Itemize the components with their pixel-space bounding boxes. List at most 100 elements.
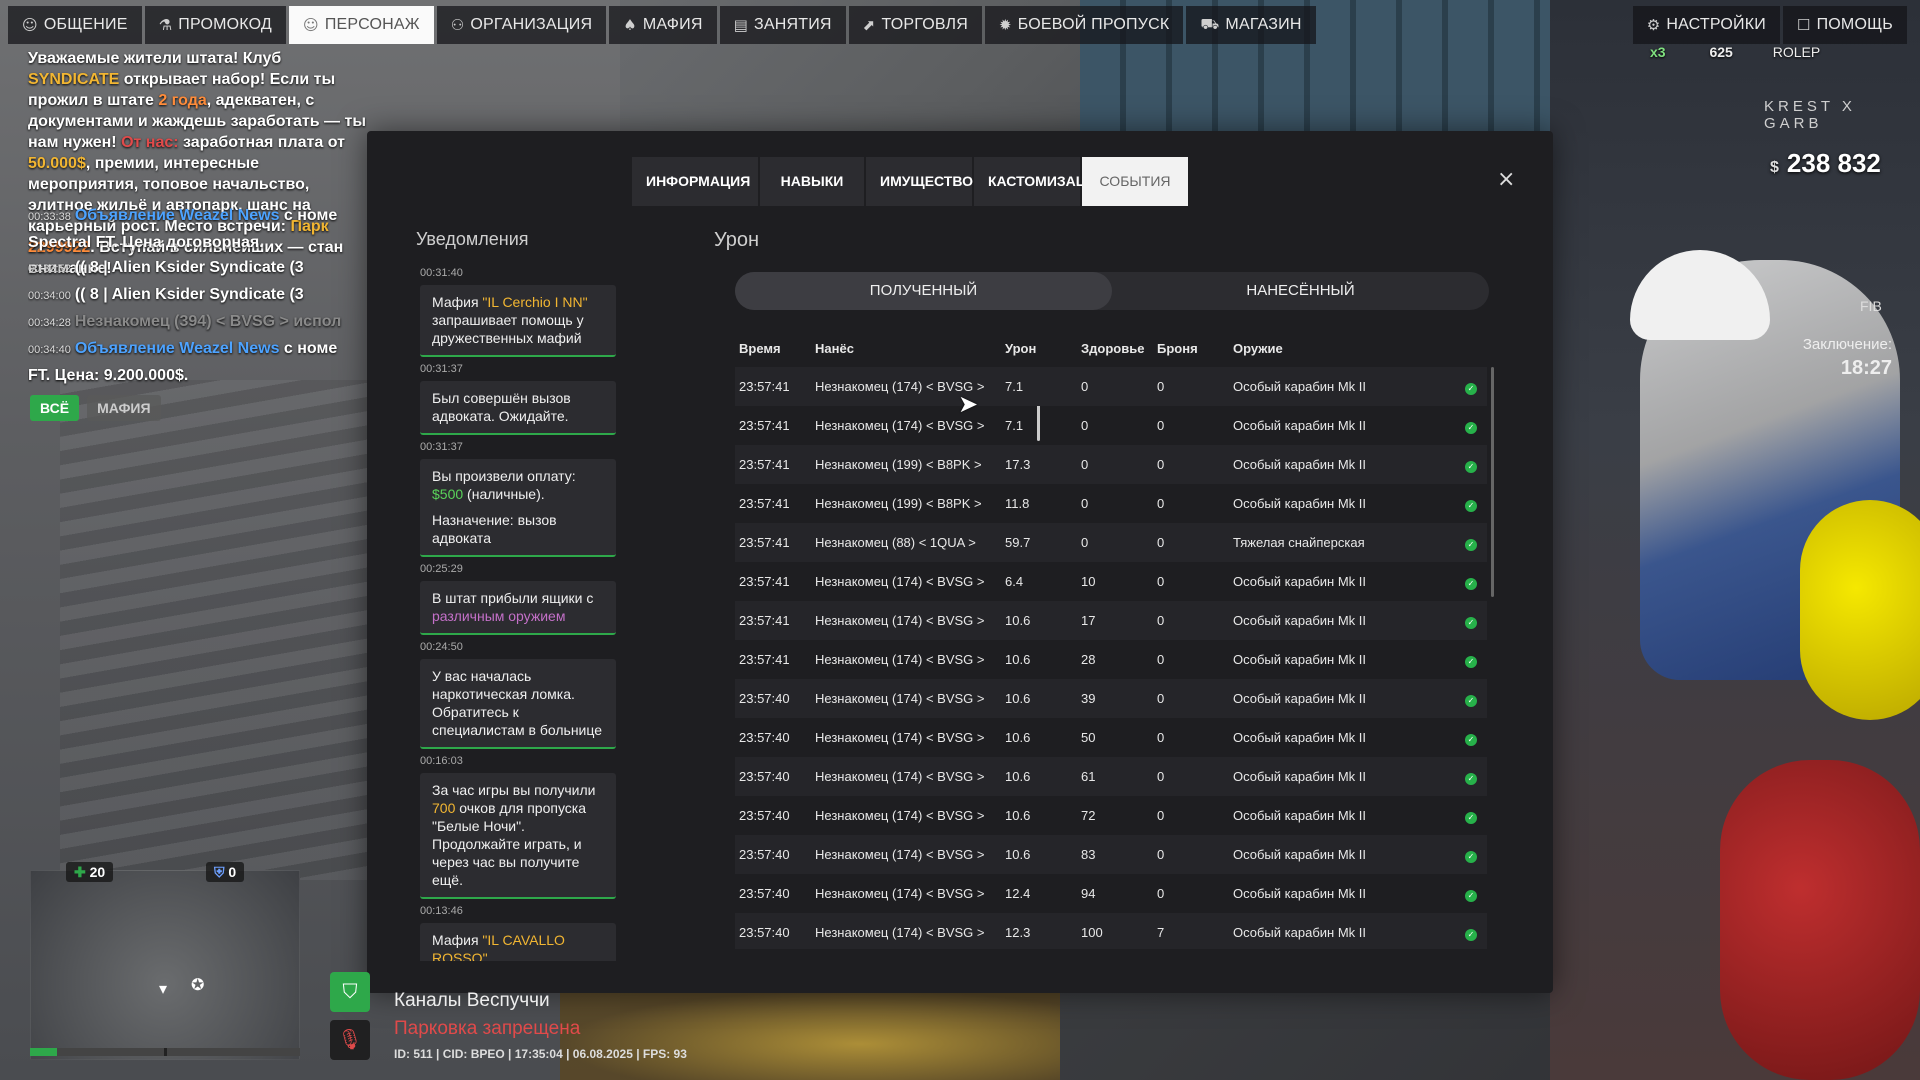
nav-gear[interactable]: ⚙ НАСТРОЙКИ [1632, 6, 1780, 44]
notification-text: Мафия [432, 294, 483, 310]
cell-attacker: Незнакомец (174) < BVSG > [815, 418, 985, 433]
tab-1[interactable]: НАВЫКИ [760, 157, 864, 206]
status-ok-icon: ✓ [1465, 418, 1481, 434]
cell-attacker: Незнакомец (199) < B8PK > [815, 457, 982, 472]
armor-bar [166, 1048, 300, 1056]
health-indicator: ✚ 20 [66, 862, 114, 882]
tab-2[interactable]: ИМУЩЕСТВО [866, 157, 973, 206]
notification-card: В штат прибыли ящики с различным оружием [420, 581, 616, 635]
battle-pass-icon: ✹ [998, 16, 1012, 34]
nav-label: ЗАНЯТИЯ [753, 16, 832, 33]
notification-text: У вас началась наркотическая ломка. Обра… [432, 668, 603, 738]
notification-time: 00:24:50 [420, 641, 463, 653]
notification-text: 700 [432, 800, 456, 816]
status-bars [30, 1048, 300, 1056]
table-row: 23:57:40 Незнакомец (174) < BVSG > 10.6 72 0… [735, 796, 1487, 835]
cell-health: 39 [1081, 691, 1096, 706]
cell-time: 23:57:41 [739, 418, 790, 433]
tab-0[interactable]: ИНФОРМАЦИЯ [632, 157, 758, 206]
nav-cart[interactable]: ⛟ МАГАЗИН [1186, 6, 1316, 44]
cell-armor: 0 [1157, 496, 1165, 511]
cell-health: 94 [1081, 886, 1096, 901]
cell-time: 23:57:41 [739, 652, 790, 667]
notification-card: Вы произвели оплату: $500 (наличные). Наз… [420, 459, 616, 557]
header-health: Здоровье [1081, 341, 1145, 356]
chat-line: FT. Цена: 9.200.000$. [28, 363, 368, 388]
cell-time: 23:57:41 [739, 613, 790, 628]
tab-4[interactable]: СОБЫТИЯ [1082, 157, 1188, 206]
notification-text: очков для пропуска "Белые Ночи". Продолж… [432, 800, 587, 888]
top-navigation: ☺ ОБЩЕНИЕ ⚗ ПРОМОКОД ☺ ПЕРСОНАЖ ⚇ ОРГАНИЗАЦИЯ ♠ М… [0, 0, 1920, 50]
chat-icon: ☺ [22, 16, 38, 34]
nav-battle-pass[interactable]: ✹ БОЕВОЙ ПРОПУСК [984, 6, 1184, 44]
cell-damage: 10.6 [1005, 613, 1031, 628]
chat-message: (( 8 | Alien Ksider Syndicate (3 [74, 259, 304, 276]
cell-time: 23:57:40 [739, 769, 790, 784]
role-label: ROLEP [1772, 44, 1821, 60]
chat-line: 00:34:40 Объявление Weazel News с номе [28, 336, 368, 363]
cell-armor: 0 [1157, 457, 1165, 472]
header-armor: Броня [1157, 341, 1198, 356]
chat-message: FT. Цена: 9.200.000$. [28, 367, 189, 384]
cell-damage: 10.6 [1005, 808, 1031, 823]
status-ok-icon: ✓ [1465, 496, 1481, 512]
notification-text: В штат прибыли ящики с [432, 590, 594, 606]
tab-3[interactable]: КАСТОМИЗАЦИЯ [974, 157, 1106, 206]
damage-type-switch: ПОЛУЧЕННЫЙ НАНЕСЁННЫЙ [735, 272, 1489, 310]
nav-chat[interactable]: ☺ ОБЩЕНИЕ [8, 6, 142, 44]
nav-help[interactable]: ☐ ПОМОЩЬ [1782, 6, 1907, 44]
cell-time: 23:57:41 [739, 496, 790, 511]
close-icon[interactable]: × [1497, 167, 1515, 192]
cell-damage: 10.6 [1005, 652, 1031, 667]
notification-text: различным оружием [432, 608, 566, 624]
microphone-icon[interactable]: 🎙 [330, 1020, 370, 1060]
mafia-icon: ♠ [623, 16, 637, 34]
switch-received[interactable]: ПОЛУЧЕННЫЙ [735, 272, 1112, 310]
cell-armor: 0 [1157, 574, 1165, 589]
chat-time: 00:34:40 [28, 344, 71, 356]
nav-organization[interactable]: ⚇ ОРГАНИЗАЦИЯ [436, 6, 607, 44]
chat-time: 00:34:00 [28, 290, 71, 302]
nav-mafia[interactable]: ♠ МАФИЯ [609, 6, 717, 44]
notification-text: "IL Cerchio I NN" [482, 294, 588, 310]
chat-filter-all[interactable]: ВСЁ [30, 395, 80, 421]
chat-filters: ВСЁ МАФИЯ [30, 395, 161, 421]
nav-person[interactable]: ☺ ПЕРСОНАЖ [288, 6, 434, 44]
cell-health: 100 [1081, 925, 1103, 940]
nav-label: МАФИЯ [642, 16, 703, 33]
notification-break [432, 503, 604, 511]
nav-label: ПЕРСОНАЖ [324, 16, 420, 33]
nav-activities[interactable]: ▤ ЗАНЯТИЯ [719, 6, 846, 44]
notification-text: (наличные). [463, 486, 545, 502]
switch-dealt[interactable]: НАНЕСЁННЫЙ [1112, 272, 1489, 310]
nav-trade[interactable]: ⬈ ТОРГОВЛЯ [848, 6, 982, 44]
cell-health: 0 [1081, 418, 1089, 433]
notification-text: За час игры вы получили [432, 782, 596, 798]
chat-filter-mafia[interactable]: МАФИЯ [87, 395, 161, 421]
table-row: 23:57:41 Незнакомец (174) < BVSG > 10.6 17 0… [735, 601, 1487, 640]
cell-weapon: Особый карабин Mk II [1233, 730, 1366, 745]
notification-card: Мафия "IL Cerchio I NN" запрашивает помо… [420, 285, 616, 357]
cell-armor: 0 [1157, 886, 1165, 901]
cell-time: 23:57:40 [739, 730, 790, 745]
damage-table-body[interactable]: 23:57:41 Незнакомец (174) < BVSG > 7.1 0 0 Ос… [735, 367, 1487, 949]
notifications-list[interactable]: 00:31:40 Мафия "IL Cerchio I NN" запрашив… [416, 261, 642, 961]
notification-card: У вас началась наркотическая ломка. Обра… [420, 659, 616, 749]
cell-attacker: Незнакомец (174) < BVSG > [815, 574, 985, 589]
yellow-object [1800, 500, 1920, 720]
cell-attacker: Незнакомец (174) < BVSG > [815, 730, 985, 745]
cell-armor: 0 [1157, 730, 1165, 745]
dollar-icon: $ [1770, 159, 1779, 176]
star-marker-icon: ✪ [191, 977, 205, 994]
chat-time: 00:34:28 [28, 317, 71, 329]
notification-text: Был совершён вызов адвоката. Ожидайте. [432, 390, 571, 424]
health-bar [30, 1048, 164, 1056]
table-scrollbar[interactable] [1491, 367, 1494, 597]
health-icon: ✚ [74, 864, 86, 880]
nav-label: ПОМОЩЬ [1816, 16, 1893, 33]
announce-from: От нас: [121, 134, 179, 151]
announce-salary: 50.000$ [28, 155, 86, 172]
server-name: KREST X GARB [1764, 98, 1856, 132]
nav-promocode[interactable]: ⚗ ПРОМОКОД [144, 6, 286, 44]
cell-attacker: Незнакомец (174) < BVSG > [815, 769, 985, 784]
